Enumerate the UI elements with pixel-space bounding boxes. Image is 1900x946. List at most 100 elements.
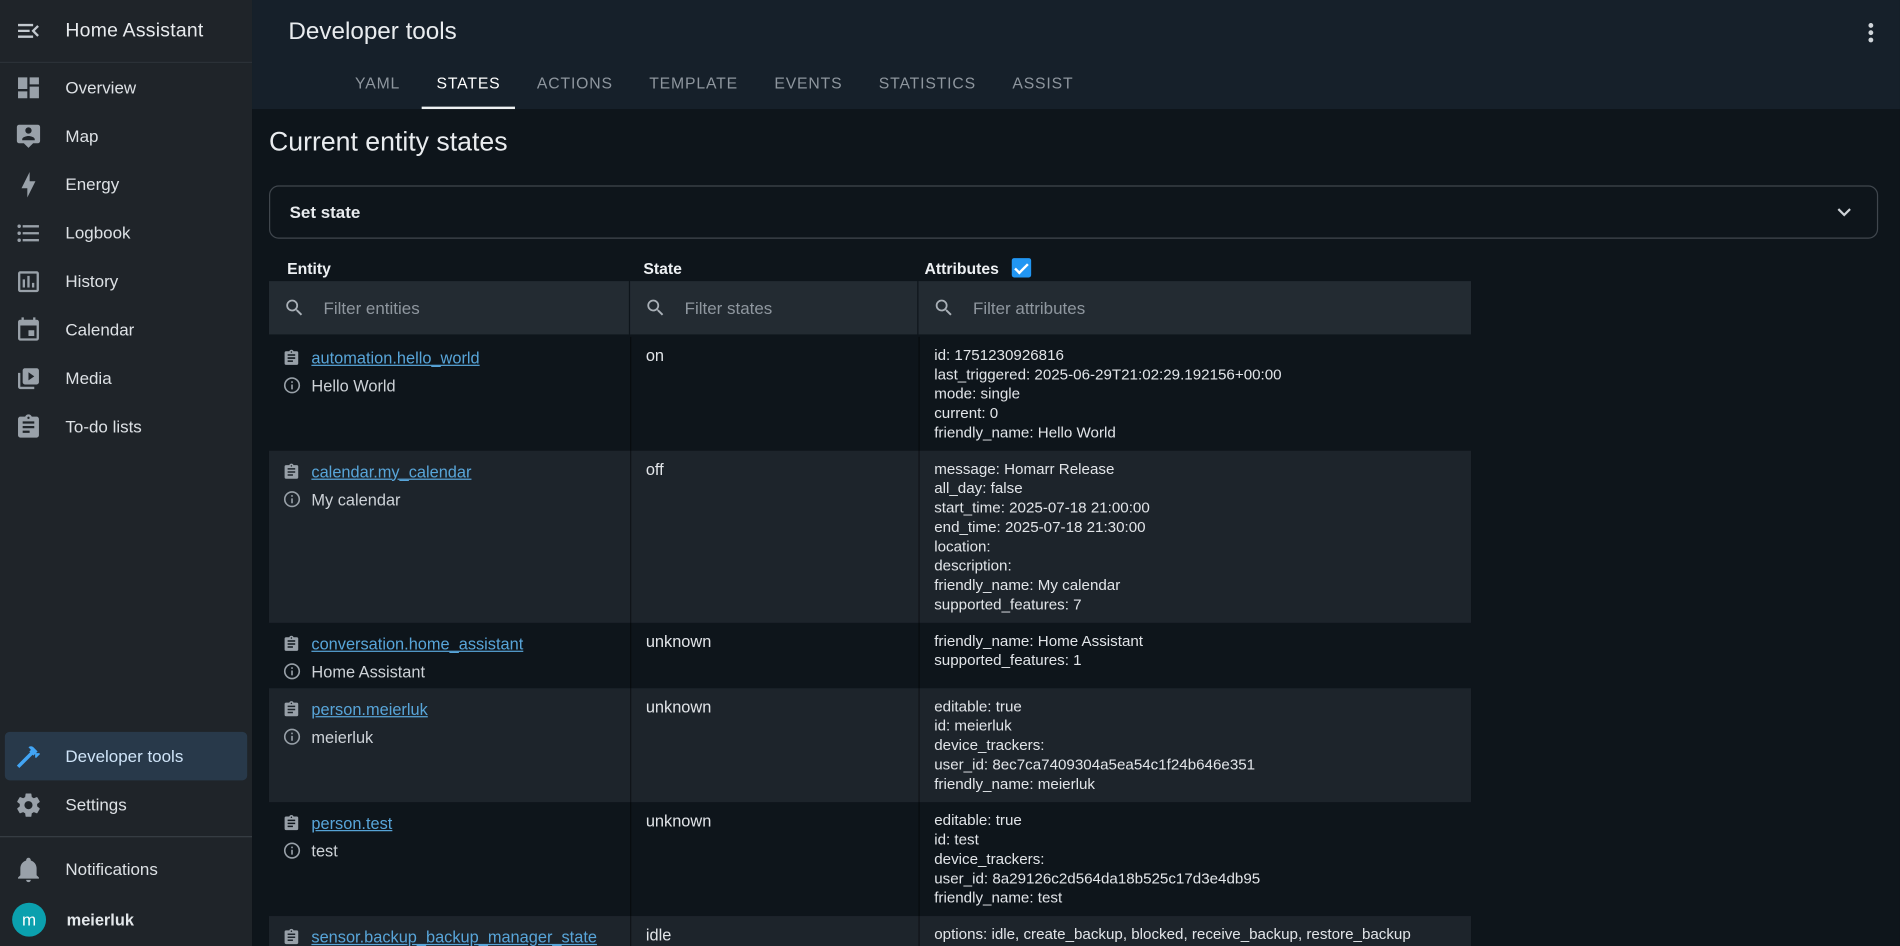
column-header-state: State (630, 259, 918, 277)
entity-cell: conversation.home_assistant Home Assista… (269, 623, 630, 688)
table-row: person.test test unknown editable: true … (269, 802, 1471, 916)
filter-entities-field[interactable] (269, 281, 629, 334)
filter-row (269, 281, 1471, 334)
sidebar-item-map[interactable]: Map (0, 111, 252, 159)
toolbar: Developer tools YAML STATES ACTIONS TEMP… (252, 0, 1900, 109)
filter-attributes-input[interactable] (973, 298, 1456, 317)
sidebar-item-label: To-do lists (65, 417, 141, 436)
entity-friendly-name: test (311, 842, 337, 860)
sidebar-item-developer-tools[interactable]: Developer tools (5, 732, 247, 780)
entity-link[interactable]: automation.hello_world (311, 348, 479, 366)
media-play-icon (15, 364, 43, 392)
sidebar-item-notifications[interactable]: Notifications (0, 845, 252, 893)
entity-link[interactable]: person.meierluk (311, 700, 427, 718)
kebab-menu-icon[interactable] (1856, 18, 1885, 47)
table-row: sensor.backup_backup_manager_state Backu… (269, 916, 1471, 946)
sidebar-item-history[interactable]: History (0, 257, 252, 305)
main-area: Developer tools YAML STATES ACTIONS TEMP… (252, 0, 1900, 946)
entity-info-icon[interactable] (282, 490, 301, 509)
tab-statistics[interactable]: STATISTICS (864, 61, 990, 109)
entity-link[interactable]: person.test (311, 814, 392, 832)
user-name: meierluk (67, 911, 134, 929)
sidebar-spacer (0, 451, 252, 732)
sidebar: Home Assistant Overview Map Energy Logbo… (0, 0, 252, 946)
attributes-cell: id: 1751230926816 last_triggered: 2025-0… (918, 337, 1471, 451)
entity-link[interactable]: conversation.home_assistant (311, 634, 523, 652)
entity-friendly-name: My calendar (311, 490, 400, 508)
sidebar-item-settings[interactable]: Settings (0, 780, 252, 828)
tab-assist[interactable]: ASSIST (998, 61, 1088, 109)
table-row: conversation.home_assistant Home Assista… (269, 623, 1471, 688)
copy-entity-id-icon[interactable] (282, 634, 300, 652)
attributes-cell: editable: true id: test device_trackers:… (918, 802, 1471, 916)
copy-entity-id-icon[interactable] (282, 814, 300, 832)
page-title: Developer tools (288, 18, 456, 46)
table-body: automation.hello_world Hello World on id… (269, 337, 1471, 946)
entity-cell: person.test test (269, 802, 630, 916)
sidebar-item-calendar[interactable]: Calendar (0, 305, 252, 353)
attributes-cell: message: Homarr Release all_day: false s… (918, 451, 1471, 623)
energy-icon (15, 170, 43, 198)
entity-friendly-name: meierluk (311, 728, 373, 746)
attributes-cell: friendly_name: Home Assistant supported_… (918, 623, 1471, 688)
sidebar-item-label: Map (65, 126, 98, 145)
states-content: Current entity states Set state Entity S… (252, 109, 1900, 946)
calendar-icon (15, 316, 43, 344)
section-heading: Current entity states (269, 126, 1900, 158)
state-cell: off (630, 451, 918, 623)
sidebar-item-label: Overview (65, 78, 136, 97)
sidebar-header: Home Assistant (0, 0, 252, 63)
set-state-expansion-panel[interactable]: Set state (269, 185, 1878, 238)
sidebar-item-label: Developer tools (65, 746, 183, 765)
attributes-cell: editable: true id: meierluk device_track… (918, 688, 1471, 802)
entity-info-icon[interactable] (282, 376, 301, 395)
avatar: m (12, 903, 46, 937)
sidebar-user-profile[interactable]: m meierluk (0, 893, 252, 946)
entity-cell: person.meierluk meierluk (269, 688, 630, 802)
chevron-down-icon (1831, 199, 1858, 226)
logbook-icon (15, 219, 43, 247)
sidebar-item-label: Media (65, 368, 111, 387)
column-header-attributes: Attributes (918, 258, 1471, 277)
entity-link[interactable]: calendar.my_calendar (311, 462, 471, 480)
history-chart-icon (15, 267, 43, 295)
app-title: Home Assistant (65, 20, 203, 42)
menu-toggle-icon[interactable] (15, 17, 43, 45)
sidebar-item-label: Logbook (65, 223, 130, 242)
entity-link[interactable]: sensor.backup_backup_manager_state (311, 928, 597, 946)
filter-states-input[interactable] (685, 298, 903, 317)
tab-actions[interactable]: ACTIONS (522, 61, 627, 109)
tab-template[interactable]: TEMPLATE (635, 61, 753, 109)
copy-entity-id-icon[interactable] (282, 928, 300, 946)
copy-entity-id-icon[interactable] (282, 462, 300, 480)
sidebar-item-media[interactable]: Media (0, 354, 252, 402)
entity-info-icon[interactable] (282, 727, 301, 746)
app: Home Assistant Overview Map Energy Logbo… (0, 0, 1900, 946)
copy-entity-id-icon[interactable] (282, 700, 300, 718)
sidebar-item-overview[interactable]: Overview (0, 63, 252, 111)
tab-states[interactable]: STATES (422, 61, 515, 109)
tab-yaml[interactable]: YAML (340, 61, 414, 109)
bell-icon (15, 855, 43, 883)
sidebar-nav: Overview Map Energy Logbook History Cale… (0, 63, 252, 451)
tab-bar: YAML STATES ACTIONS TEMPLATE EVENTS STAT… (337, 61, 1092, 109)
attributes-checkbox[interactable] (1012, 258, 1031, 277)
tab-events[interactable]: EVENTS (760, 61, 857, 109)
filter-states-field[interactable] (630, 281, 917, 334)
filter-attributes-field[interactable] (918, 281, 1471, 334)
attributes-label: Attributes (925, 259, 999, 277)
state-cell: unknown (630, 623, 918, 688)
copy-entity-id-icon[interactable] (282, 348, 300, 366)
entity-info-icon[interactable] (282, 841, 301, 860)
sidebar-item-energy[interactable]: Energy (0, 160, 252, 208)
sidebar-item-todo-lists[interactable]: To-do lists (0, 402, 252, 450)
entity-states-table: Entity State Attributes (269, 254, 1471, 946)
entity-friendly-name: Hello World (311, 376, 395, 394)
state-cell: on (630, 337, 918, 451)
search-icon (645, 297, 667, 319)
entity-info-icon[interactable] (282, 662, 301, 681)
sidebar-divider (0, 836, 252, 837)
filter-entities-input[interactable] (324, 298, 615, 317)
sidebar-item-logbook[interactable]: Logbook (0, 208, 252, 256)
column-header-entity: Entity (269, 259, 630, 277)
